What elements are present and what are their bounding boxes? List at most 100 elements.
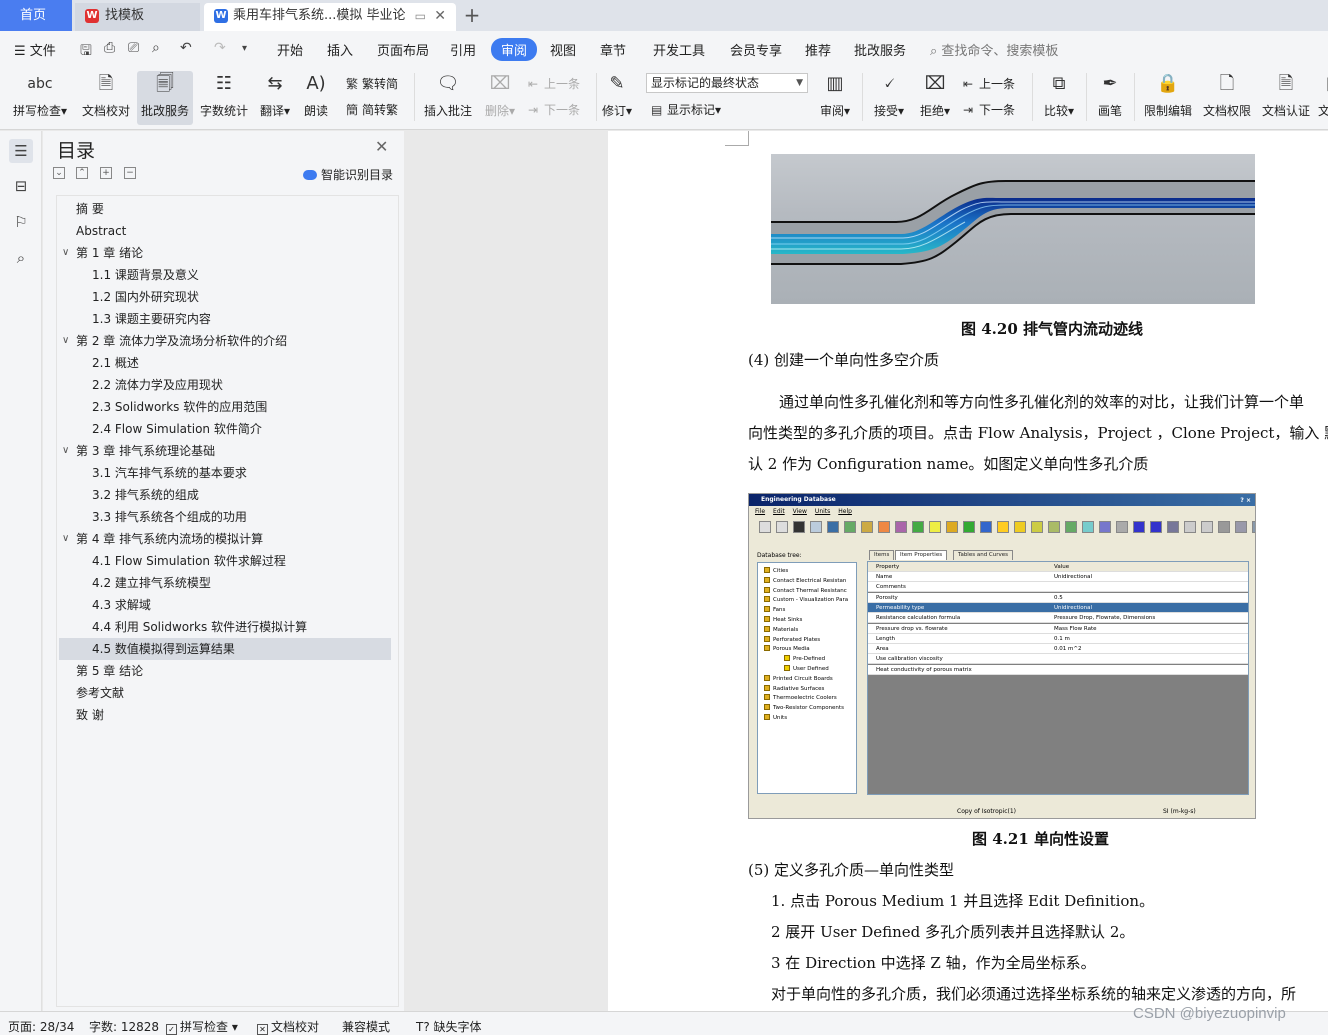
smart-toc-button[interactable]: 智能识别目录 [303, 166, 393, 183]
undo-icon[interactable]: ↶ [180, 40, 192, 56]
toc-item[interactable]: 参考文献 [59, 682, 391, 704]
new-tab-button[interactable]: + [462, 0, 482, 31]
toc-item[interactable]: ∨ 第 3 章 排气系统理论基础 [59, 440, 391, 462]
ed-property-name: Use calibration viscosity [876, 656, 943, 663]
compat-mode[interactable]: 兼容模式 [342, 1018, 390, 1035]
delete-comment-button[interactable]: ⌧ 删除▾ [480, 71, 520, 125]
file-menu[interactable]: ☰ 文件 [14, 40, 56, 59]
toc-item[interactable]: 4.4 利用 Solidworks 软件进行模拟计算 [59, 616, 391, 638]
toc-item[interactable]: 1.1 课题背景及意义 [59, 264, 391, 286]
chevron-down-icon[interactable]: ∨ [62, 330, 69, 352]
menu-recommend[interactable]: 推荐 [805, 40, 831, 59]
tab-document[interactable]: W 乘用车排气系统...模拟 毕业论文 ▭ ✕ [204, 3, 456, 31]
review-pane-button[interactable]: ▥ 审阅▾ [816, 71, 854, 125]
toc-item[interactable]: 3.3 排气系统各个组成的功用 [59, 506, 391, 528]
toc-item[interactable]: 1.3 课题主要研究内容 [59, 308, 391, 330]
toc-item[interactable]: 第 5 章 结论 [59, 660, 391, 682]
toc-item[interactable]: 3.1 汽车排气系统的基本要求 [59, 462, 391, 484]
simp-to-trad-button[interactable]: 簡简转繁 [346, 101, 398, 118]
restrict-editing-button[interactable]: 🔒 限制编辑 [1141, 71, 1195, 125]
trad-to-simp-button[interactable]: 繁繁转简 [346, 75, 398, 92]
toc-item[interactable]: 4.5 数值模拟得到运算结果 [59, 638, 391, 660]
toc-item[interactable]: 1.2 国内外研究现状 [59, 286, 391, 308]
spell-check-button[interactable]: abc 拼写检查▾ [10, 71, 70, 125]
next-comment-button[interactable]: ⇥ 下一条 [528, 101, 580, 118]
print-preview-icon[interactable]: ⌕ [152, 40, 160, 56]
toc-item[interactable]: 2.3 Solidworks 软件的应用范围 [59, 396, 391, 418]
status-proofread[interactable]: ✕ 文档校对 [257, 1018, 319, 1035]
remove-heading-icon[interactable]: − [124, 167, 136, 179]
close-icon[interactable]: ✕ [434, 3, 446, 29]
word-count-button[interactable]: ☷ 字数统计 [197, 71, 251, 125]
chevron-down-icon[interactable]: ∨ [62, 242, 69, 264]
toc-item[interactable]: 2.4 Flow Simulation 软件简介 [59, 418, 391, 440]
insert-comment-button[interactable]: 🗨 插入批注 [422, 71, 474, 125]
status-spell-check[interactable]: ✓ 拼写检查 ▾ [166, 1018, 238, 1035]
outline-icon[interactable]: ⊟ [9, 174, 33, 198]
monitor-icon[interactable]: ▭ [415, 3, 426, 29]
menu-insert[interactable]: 插入 [327, 40, 353, 59]
menu-review[interactable]: 审阅 [491, 38, 538, 61]
toc-item[interactable]: 摘 要 [59, 198, 391, 220]
menu-view[interactable]: 视图 [550, 40, 576, 59]
menu-section[interactable]: 章节 [600, 40, 626, 59]
customize-chevron-icon[interactable]: ▾ [242, 43, 247, 54]
document-page[interactable]: 图 4.20 排气管内流动迹线 (4) 创建一个单向性多空介质 通过单向性多孔催… [608, 131, 1328, 1011]
page-indicator[interactable]: 页面: 28/34 [8, 1018, 74, 1035]
command-search[interactable]: ⌕ 查找命令、搜索模板 [930, 40, 1058, 59]
word-count[interactable]: 字数: 12828 [89, 1018, 159, 1035]
toc-item[interactable]: 4.3 求解域 [59, 594, 391, 616]
bookmark-icon[interactable]: ⚐ [9, 210, 33, 234]
menu-developer[interactable]: 开发工具 [653, 40, 705, 59]
previous-change-button[interactable]: ⇤ 上一条 [963, 75, 1015, 92]
toc-item[interactable]: ∨ 第 2 章 流体力学及流场分析软件的介绍 [59, 330, 391, 352]
menu-page-layout[interactable]: 页面布局 [377, 40, 429, 59]
track-changes-button[interactable]: ✎ 修订▾ [600, 71, 634, 125]
toc-item[interactable]: 2.2 流体力学及应用现状 [59, 374, 391, 396]
accept-button[interactable]: 🗸 接受▾ [870, 71, 908, 125]
tab-find-template[interactable]: W 找模板 [75, 3, 200, 31]
toc-item[interactable]: 致 谢 [59, 704, 391, 726]
menu-member[interactable]: 会员专享 [730, 40, 782, 59]
menu-grading-service[interactable]: 批改服务 [854, 40, 906, 59]
toc-item[interactable]: 4.1 Flow Simulation 软件求解过程 [59, 550, 391, 572]
show-markup-button[interactable]: ▤ 显示标记▾ [651, 101, 721, 118]
document-permission-button[interactable]: 🗋 文档权限 [1200, 71, 1254, 125]
toc-item[interactable]: 4.2 建立排气系统模型 [59, 572, 391, 594]
redo-icon[interactable]: ↷ [214, 40, 226, 56]
toc-item[interactable]: ∨ 第 1 章 绪论 [59, 242, 391, 264]
toc-panel-icon[interactable]: ☰ [9, 139, 33, 163]
previous-comment-button[interactable]: ⇤ 上一条 [528, 75, 580, 92]
toc-item[interactable]: Abstract [59, 220, 391, 242]
reject-button[interactable]: ⌧ 拒绝▾ [916, 71, 954, 125]
read-aloud-button[interactable]: A) 朗读 [300, 71, 332, 125]
menu-home[interactable]: 开始 [277, 40, 303, 59]
close-icon[interactable]: ✕ [375, 137, 388, 156]
chevron-down-icon[interactable]: ∨ [62, 440, 69, 462]
collapse-all-icon[interactable]: ⌄ [53, 167, 65, 179]
find-icon[interactable]: ⌕ [9, 246, 33, 270]
toc-item[interactable]: ∨ 第 4 章 排气系统内流场的模拟计算 [59, 528, 391, 550]
chevron-down-icon[interactable]: ∨ [62, 528, 69, 550]
save-icon[interactable]: 🖫 [80, 40, 92, 64]
menu-references[interactable]: 引用 [450, 40, 476, 59]
proofread-button[interactable]: 🗎 文档校对 [78, 71, 134, 125]
toc-item[interactable]: 2.1 概述 [59, 352, 391, 374]
more-ribbon-button[interactable]: ▯ 文 [1318, 71, 1328, 125]
document-canvas[interactable]: 图 4.20 排气管内流动迹线 (4) 创建一个单向性多空介质 通过单向性多孔催… [405, 131, 1328, 1011]
grading-service-button[interactable]: 🗐 批改服务 [137, 71, 193, 125]
add-heading-icon[interactable]: + [100, 167, 112, 179]
print-icon[interactable]: ⎚ [128, 40, 139, 56]
compare-button[interactable]: ⧉ 比较▾ [1040, 71, 1078, 125]
next-change-button[interactable]: ⇥ 下一条 [963, 101, 1015, 118]
missing-fonts[interactable]: T? 缺失字体 [416, 1018, 482, 1035]
toc-item[interactable]: 3.2 排气系统的组成 [59, 484, 391, 506]
tab-home[interactable]: 首页 [0, 0, 72, 31]
document-certify-button[interactable]: 🗎 文档认证 [1259, 71, 1313, 125]
pen-button[interactable]: ✒ 画笔 [1094, 71, 1126, 125]
expand-up-icon[interactable]: ⌃ [76, 167, 88, 179]
markup-state-select[interactable]: 显示标记的最终状态 ▼ [646, 73, 808, 93]
export-pdf-icon[interactable]: ⎙ [104, 40, 115, 56]
translate-button[interactable]: ⇆ 翻译▾ [255, 71, 295, 125]
ed-tree-label: Contact Thermal Resistanc [773, 587, 847, 594]
